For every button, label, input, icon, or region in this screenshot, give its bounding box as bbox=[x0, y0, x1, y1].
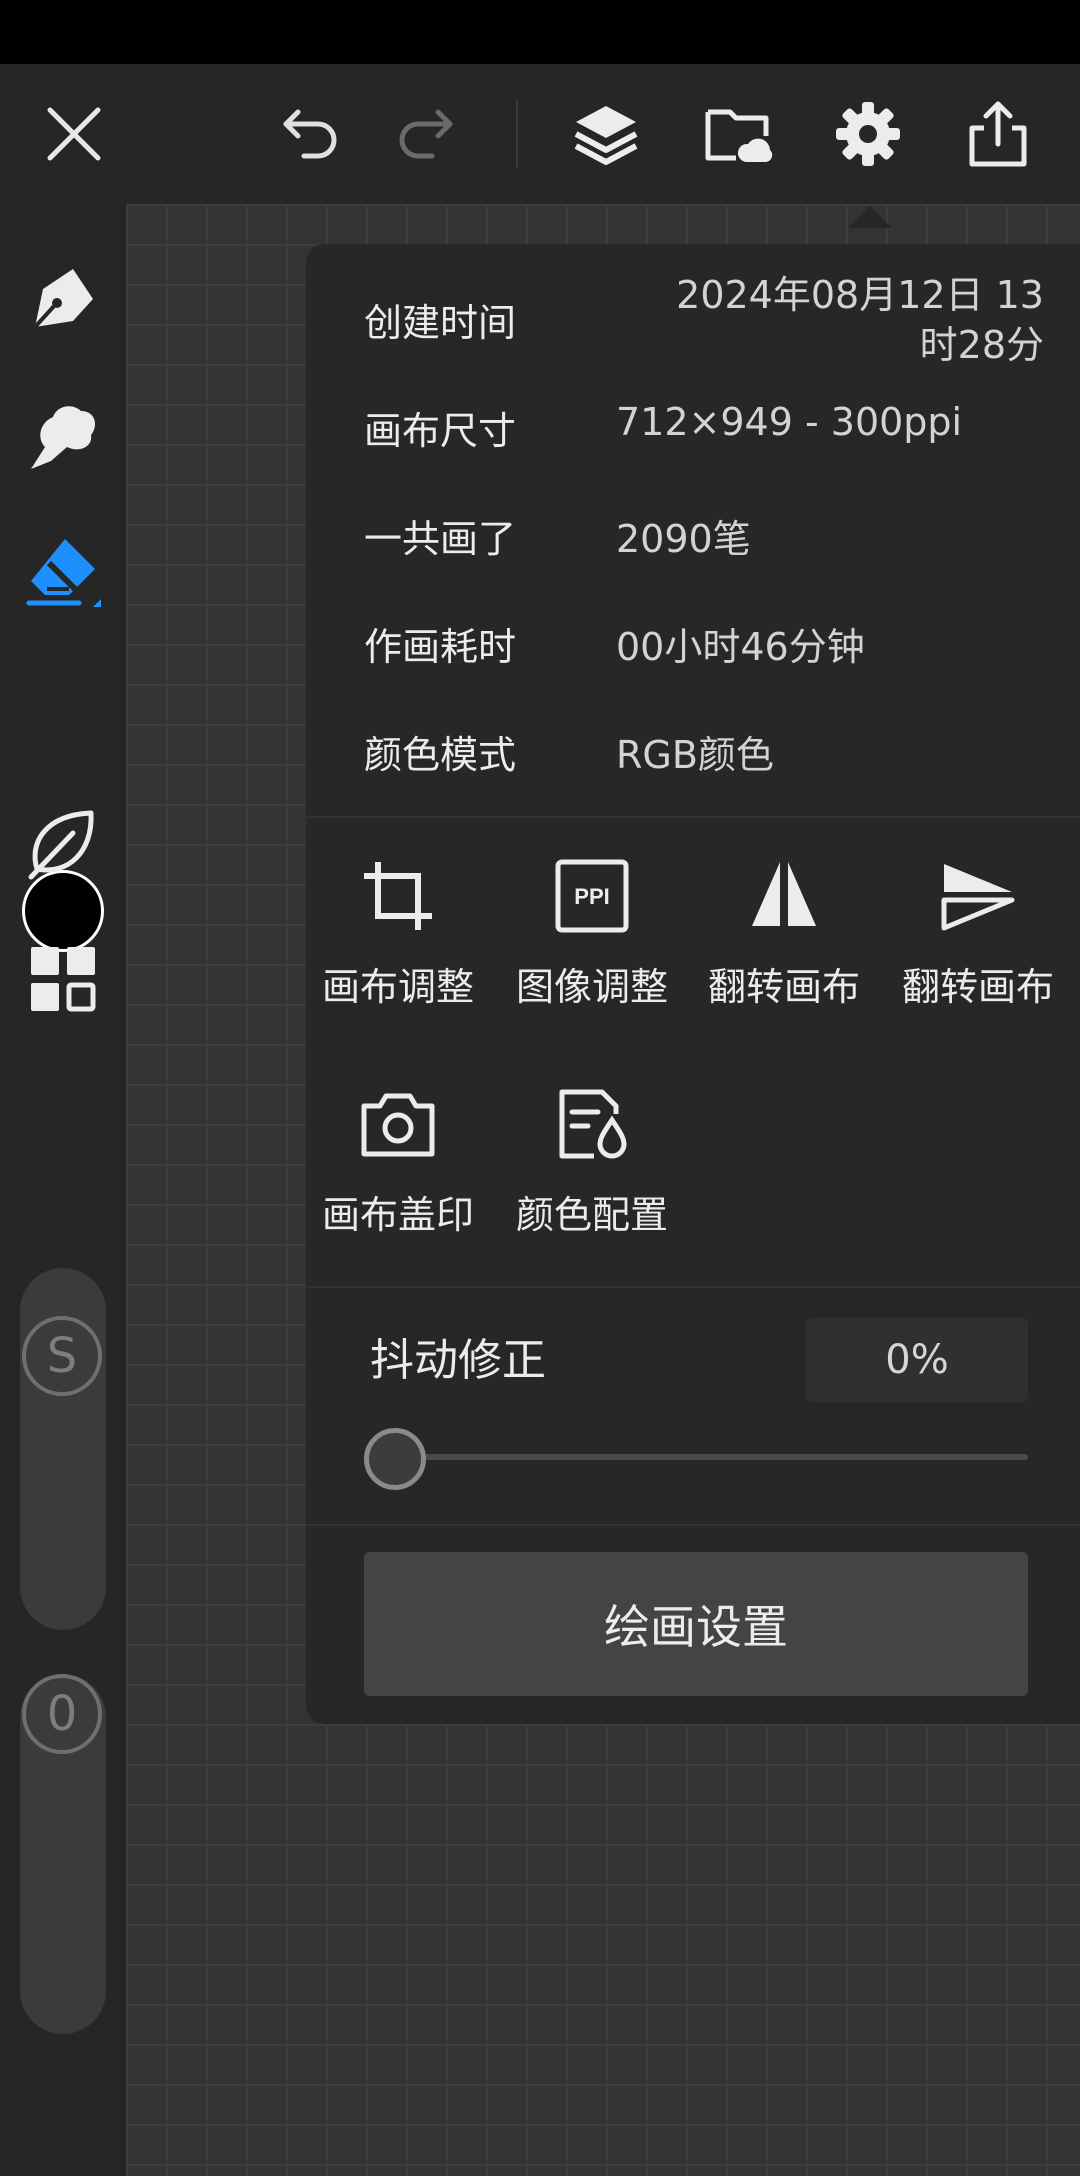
undo-icon bbox=[283, 109, 337, 159]
info-value-line1: 2024年08月12日 13 bbox=[676, 273, 1044, 317]
stabilizer-label: 抖动修正 bbox=[370, 1335, 546, 1386]
canvas-adjust-button[interactable]: 画布调整 bbox=[310, 856, 486, 1026]
leaf-tool-button[interactable] bbox=[18, 798, 108, 888]
gear-icon bbox=[836, 102, 900, 166]
status-bar bbox=[0, 0, 1080, 64]
info-value: 2090笔 bbox=[616, 517, 751, 561]
info-row-strokes: 一共画了 2090笔 bbox=[364, 508, 1064, 598]
divider bbox=[306, 816, 1080, 818]
layers-icon bbox=[574, 106, 638, 165]
svg-text:PPI: PPI bbox=[574, 884, 609, 909]
pen-tool-button[interactable] bbox=[18, 254, 108, 344]
smudge-icon bbox=[31, 406, 96, 469]
stabilizer-value: 0% bbox=[885, 1337, 949, 1383]
info-key: 创建时间 bbox=[364, 301, 517, 345]
info-key: 作画耗时 bbox=[364, 625, 517, 669]
info-key: 颜色模式 bbox=[364, 733, 517, 777]
info-value: 712×949 - 300ppi bbox=[616, 400, 963, 444]
pen-icon bbox=[33, 269, 93, 329]
stabilizer-slider-track[interactable] bbox=[396, 1454, 1028, 1460]
flip-horizontal-icon bbox=[752, 858, 816, 934]
stabilizer-slider-thumb[interactable] bbox=[364, 1428, 426, 1490]
undo-button[interactable] bbox=[268, 92, 352, 176]
info-row-color-mode: 颜色模式 RGB颜色 bbox=[364, 724, 1064, 814]
smudge-tool-button[interactable] bbox=[18, 390, 108, 480]
tool-label: 翻转画布 bbox=[901, 965, 1054, 1009]
more-tools-button[interactable] bbox=[18, 934, 108, 1024]
color-profile-icon bbox=[559, 1089, 627, 1159]
cloud-folder-icon bbox=[705, 109, 773, 162]
info-value: 00小时46分钟 bbox=[616, 625, 865, 669]
top-toolbar bbox=[0, 64, 1080, 204]
info-key: 一共画了 bbox=[364, 517, 517, 561]
opacity-knob[interactable]: 0 bbox=[22, 1674, 102, 1754]
tool-label: 画布盖印 bbox=[321, 1193, 474, 1237]
grid-icon bbox=[31, 947, 96, 1012]
ppi-icon: PPI bbox=[555, 859, 629, 933]
flip-vertical-button[interactable]: 翻转画布 bbox=[890, 856, 1066, 1026]
eraser-icon bbox=[26, 539, 101, 607]
info-row-created: 创建时间 2024年08月12日 13 时28分 bbox=[364, 270, 1064, 370]
info-value: RGB颜色 bbox=[616, 733, 774, 777]
tool-label: 翻转画布 bbox=[707, 965, 860, 1009]
close-icon bbox=[47, 107, 101, 161]
paint-settings-button[interactable]: 绘画设置 bbox=[364, 1552, 1028, 1696]
redo-icon bbox=[399, 109, 453, 159]
info-row-drawing-time: 作画耗时 00小时46分钟 bbox=[364, 616, 1064, 706]
flip-vertical-icon bbox=[941, 864, 1015, 931]
tool-label: 图像调整 bbox=[515, 965, 668, 1009]
settings-button[interactable] bbox=[826, 92, 910, 176]
opacity-value: 0 bbox=[46, 1686, 78, 1742]
divider bbox=[306, 1524, 1080, 1526]
flip-horizontal-button[interactable]: 翻转画布 bbox=[696, 856, 872, 1026]
info-value-line2: 时28分 bbox=[919, 323, 1044, 367]
redo-button[interactable] bbox=[384, 92, 468, 176]
canvas-stamp-button[interactable]: 画布盖印 bbox=[310, 1084, 486, 1254]
brush-size-letter: S bbox=[46, 1328, 78, 1384]
cloud-folder-button[interactable] bbox=[696, 92, 780, 176]
tool-label: 画布调整 bbox=[321, 965, 474, 1009]
left-toolbar: S 0 bbox=[0, 204, 126, 2176]
camera-icon bbox=[361, 1093, 435, 1157]
layers-button[interactable] bbox=[564, 92, 648, 176]
info-key: 画布尺寸 bbox=[364, 409, 517, 453]
eraser-tool-button[interactable] bbox=[18, 526, 108, 616]
info-value: 2024年08月12日 13 时28分 bbox=[676, 270, 1044, 370]
color-profile-button[interactable]: 颜色配置 bbox=[504, 1084, 680, 1254]
popover-arrow bbox=[848, 206, 892, 228]
stabilizer-value-field[interactable]: 0% bbox=[806, 1318, 1028, 1402]
canvas-info-panel: 创建时间 2024年08月12日 13 时28分 画布尺寸 712×949 - … bbox=[306, 244, 1080, 1724]
info-row-canvas-size: 画布尺寸 712×949 - 300ppi bbox=[364, 400, 1064, 490]
divider bbox=[306, 1286, 1080, 1288]
tool-label: 颜色配置 bbox=[515, 1193, 668, 1237]
leaf-icon bbox=[28, 810, 94, 880]
close-button[interactable] bbox=[32, 92, 116, 176]
paint-settings-label: 绘画设置 bbox=[604, 1600, 788, 1654]
brush-size-knob[interactable]: S bbox=[22, 1316, 102, 1396]
image-adjust-button[interactable]: PPI 图像调整 bbox=[504, 856, 680, 1026]
crop-icon bbox=[364, 862, 432, 930]
toolbar-divider bbox=[516, 100, 518, 168]
share-button[interactable] bbox=[956, 92, 1040, 176]
share-icon bbox=[969, 101, 1027, 167]
